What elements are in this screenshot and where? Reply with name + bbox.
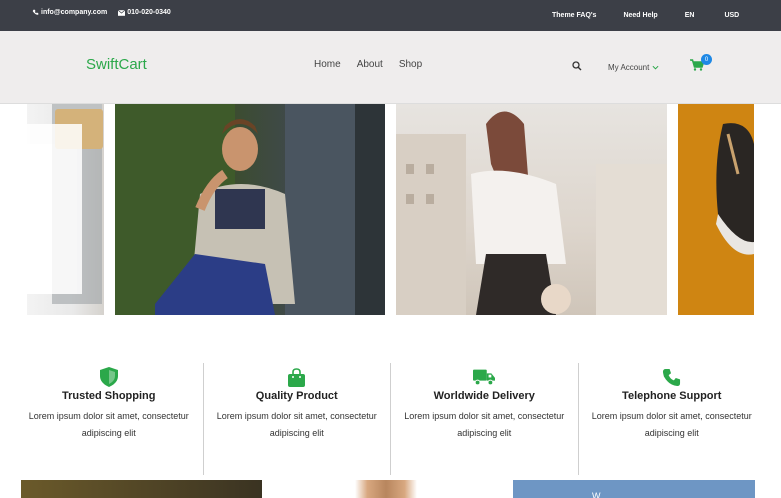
- feature-description: Lorem ipsum dolor sit amet, consectetur …: [591, 411, 752, 438]
- brand-logo[interactable]: SwiftCart: [86, 56, 147, 73]
- email-contact[interactable]: info@company.com: [32, 9, 107, 16]
- chevron-down-icon: [652, 65, 659, 70]
- shopping-bag-icon: [286, 367, 308, 387]
- feature-description: Lorem ipsum dolor sit amet, consectetur …: [404, 411, 565, 438]
- my-account-menu[interactable]: My Account: [608, 63, 659, 72]
- phone-icon: [661, 367, 683, 387]
- feature-telephone-support: Telephone Support Lorem ipsum dolor sit …: [577, 363, 766, 475]
- clothes-image: [27, 104, 103, 304]
- nav-shop[interactable]: Shop: [399, 59, 422, 70]
- feature-description: Lorem ipsum dolor sit amet, consectetur …: [28, 411, 189, 438]
- topbar-links: Theme FAQ's Need Help EN USD: [552, 12, 739, 19]
- contact-info: info@company.com 010-020-0340: [32, 9, 171, 16]
- account-label: My Account: [608, 63, 650, 72]
- truck-icon: [473, 367, 496, 387]
- slider-image-shoes[interactable]: [678, 104, 754, 315]
- feature-description: Lorem ipsum dolor sit amet, consectetur …: [216, 411, 377, 438]
- main-header: SwiftCart Home About Shop My Account 0: [0, 31, 781, 104]
- slider-image-man[interactable]: [115, 104, 385, 315]
- language-selector[interactable]: EN: [685, 12, 695, 19]
- shield-icon: [98, 367, 120, 387]
- nav-about[interactable]: About: [357, 59, 383, 70]
- man-photo: [115, 104, 385, 315]
- promo-banner-middle[interactable]: [355, 480, 417, 498]
- slider-image-clothes[interactable]: [27, 104, 104, 315]
- phone-contact[interactable]: 010-020-0340: [118, 9, 171, 16]
- top-bar: info@company.com 010-020-0340 Theme FAQ'…: [0, 0, 781, 31]
- features-section: Trusted Shopping Lorem ipsum dolor sit a…: [15, 363, 765, 475]
- need-help-link[interactable]: Need Help: [623, 12, 657, 19]
- currency-selector[interactable]: USD: [724, 12, 739, 19]
- main-nav: Home About Shop: [314, 59, 422, 70]
- nav-home[interactable]: Home: [314, 59, 341, 70]
- phone-small-icon: [32, 9, 39, 15]
- promo-banner-left[interactable]: [21, 480, 262, 498]
- feature-title: Worldwide Delivery: [433, 390, 535, 402]
- feature-title: Telephone Support: [622, 390, 722, 402]
- promo-banner-right[interactable]: W: [513, 480, 755, 498]
- phone-text: 010-020-0340: [127, 9, 171, 16]
- feature-worldwide-delivery: Worldwide Delivery Lorem ipsum dolor sit…: [390, 363, 578, 475]
- cart-count-badge: 0: [701, 54, 712, 65]
- feature-trusted-shopping: Trusted Shopping Lorem ipsum dolor sit a…: [15, 363, 203, 475]
- theme-faq-link[interactable]: Theme FAQ's: [552, 12, 596, 19]
- shoes-photo: [678, 104, 754, 315]
- search-icon[interactable]: [572, 61, 582, 71]
- feature-title: Trusted Shopping: [62, 390, 156, 402]
- promo-partial-text: W: [592, 491, 601, 498]
- slider-image-woman[interactable]: [396, 104, 667, 315]
- email-text: info@company.com: [41, 9, 108, 16]
- woman-photo: [396, 111, 667, 315]
- feature-title: Quality Product: [255, 390, 338, 402]
- mail-icon: [118, 9, 126, 16]
- feature-quality-product: Quality Product Lorem ipsum dolor sit am…: [202, 363, 391, 475]
